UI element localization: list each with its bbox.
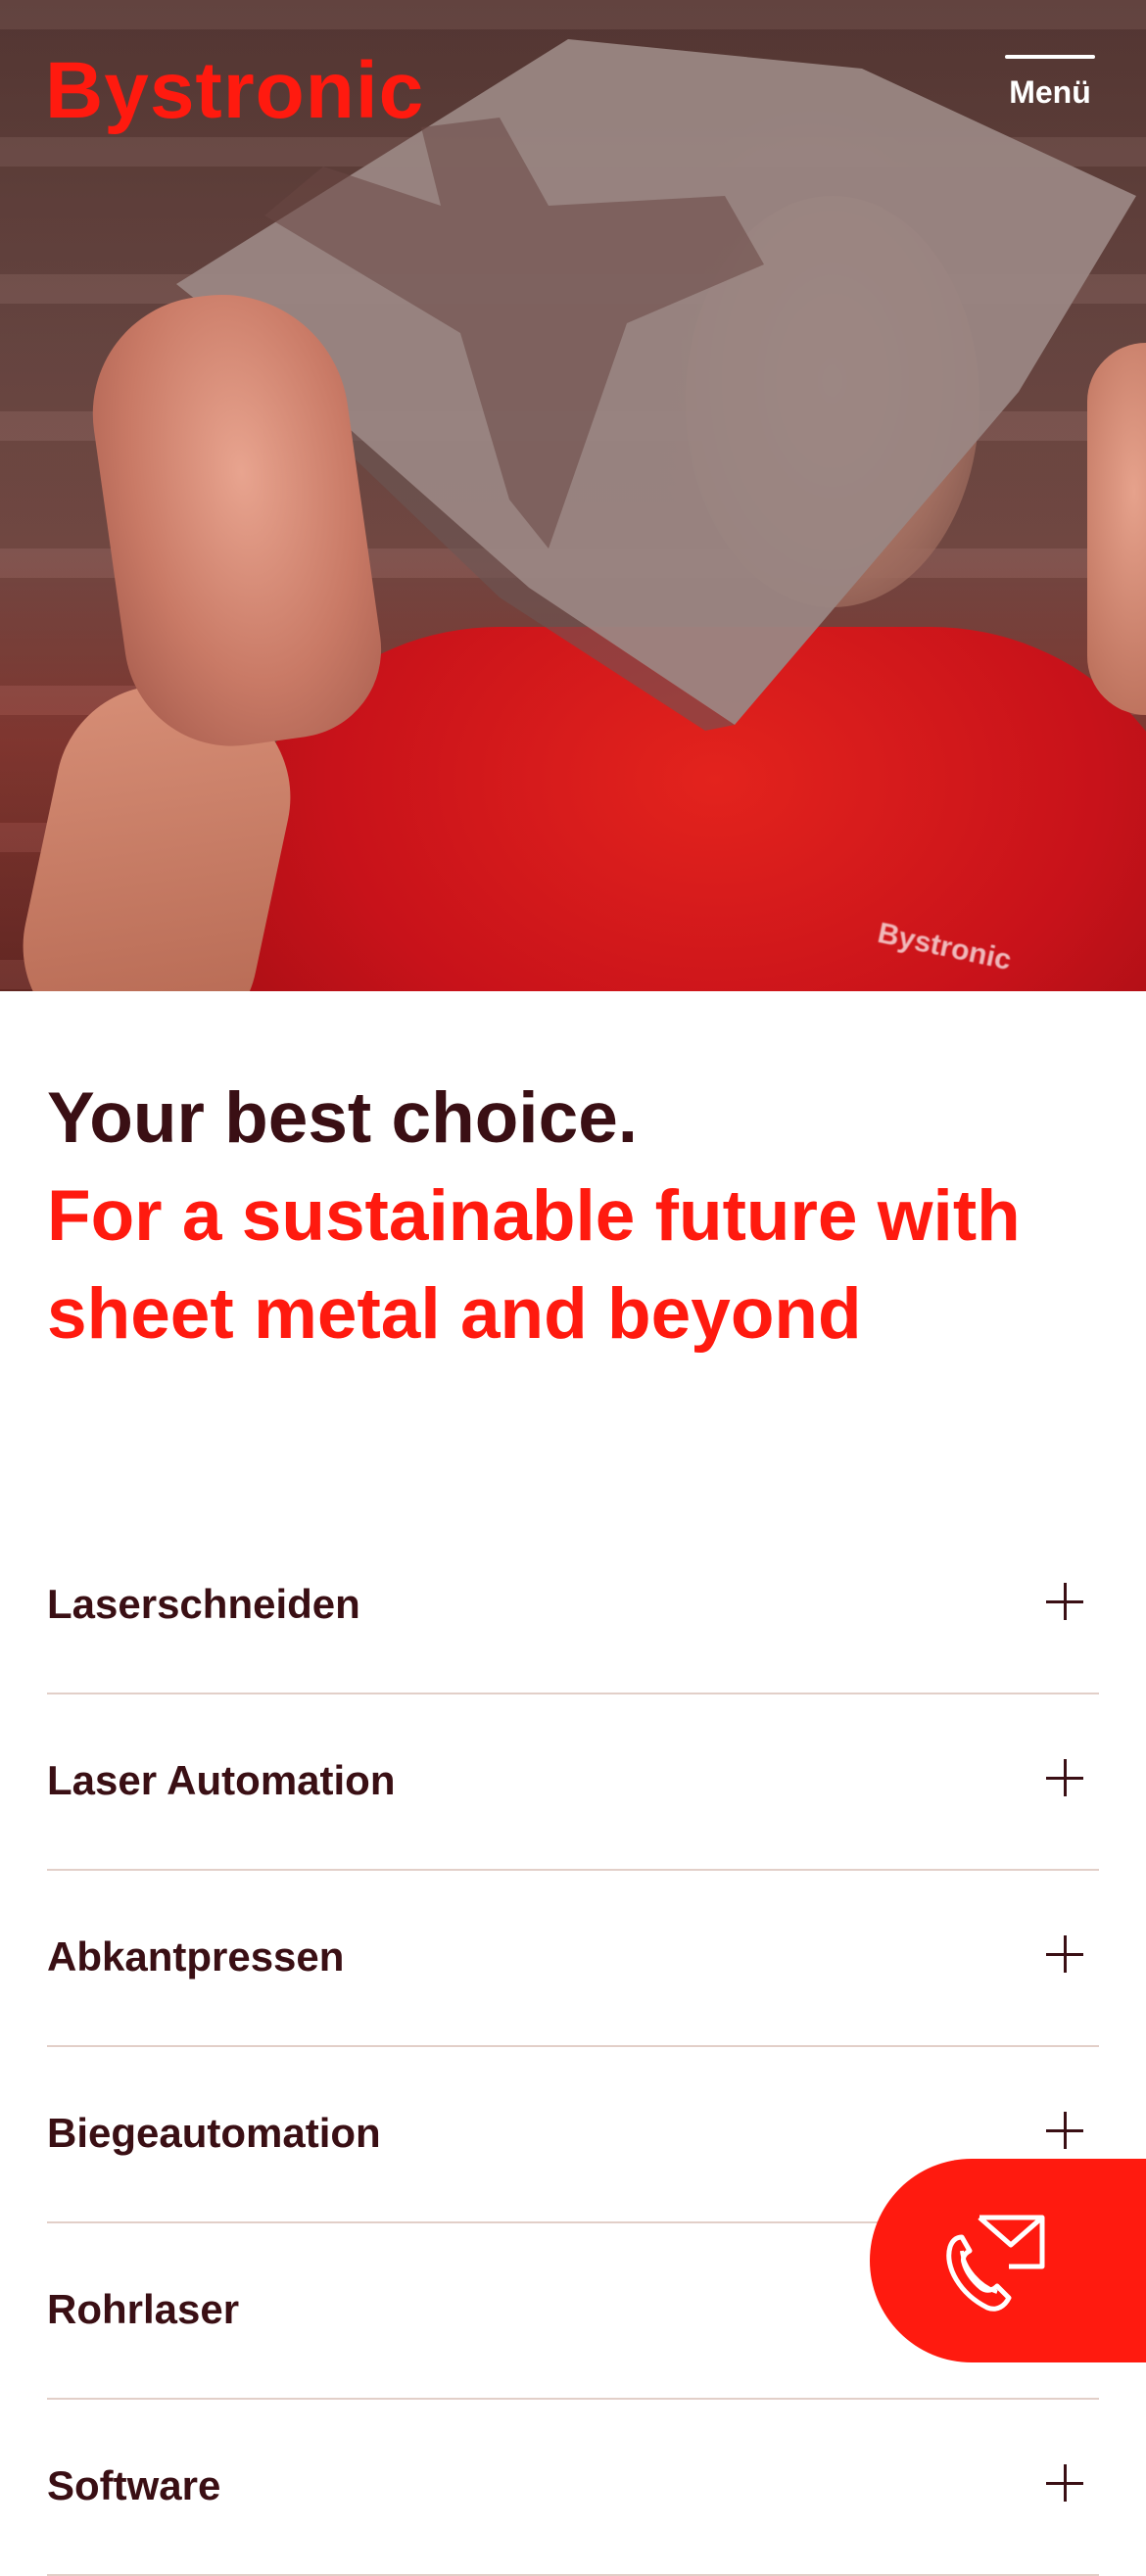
page-headline: Your best choice. For a sustainable futu…	[47, 1070, 1115, 1363]
accordion-item-software[interactable]: Software	[47, 2400, 1099, 2576]
plus-icon[interactable]	[1046, 1583, 1083, 1620]
hero-image: Bystronic	[0, 0, 1146, 991]
accordion-item-label: Abkantpressen	[47, 1933, 345, 1980]
accordion-item-abkantpressen[interactable]: Abkantpressen	[47, 1871, 1099, 2047]
accordion-item-label: Software	[47, 2462, 221, 2508]
accordion-item-laser-automation[interactable]: Laser Automation	[47, 1694, 1099, 1871]
bystronic-logo[interactable]: Bystronic	[45, 51, 424, 131]
category-accordion: Laserschneiden Laser Automation Abkantpr…	[47, 1518, 1099, 2576]
accordion-item-label: Laserschneiden	[47, 1581, 360, 1627]
headline-secondary: For a sustainable future with sheet meta…	[47, 1176, 1021, 1354]
right-hand	[1087, 343, 1146, 715]
phone-mail-icon	[946, 2215, 1045, 2312]
plus-icon[interactable]	[1046, 1759, 1083, 1796]
accordion-item-label: Rohrlaser	[47, 2286, 240, 2332]
accordion-item-laserschneiden[interactable]: Laserschneiden	[47, 1518, 1099, 1694]
menu-label: Menü	[1009, 74, 1091, 110]
headline-primary: Your best choice.	[47, 1078, 639, 1158]
accordion-item-label: Biegeautomation	[47, 2110, 381, 2156]
plus-icon[interactable]	[1046, 2112, 1083, 2149]
plus-icon[interactable]	[1046, 1935, 1083, 1973]
hamburger-icon	[1005, 55, 1095, 59]
menu-button[interactable]: Menü	[1001, 55, 1099, 111]
accordion-item-label: Laser Automation	[47, 1757, 396, 1803]
plus-icon[interactable]	[1046, 2464, 1083, 2502]
contact-button[interactable]	[870, 2159, 1146, 2362]
